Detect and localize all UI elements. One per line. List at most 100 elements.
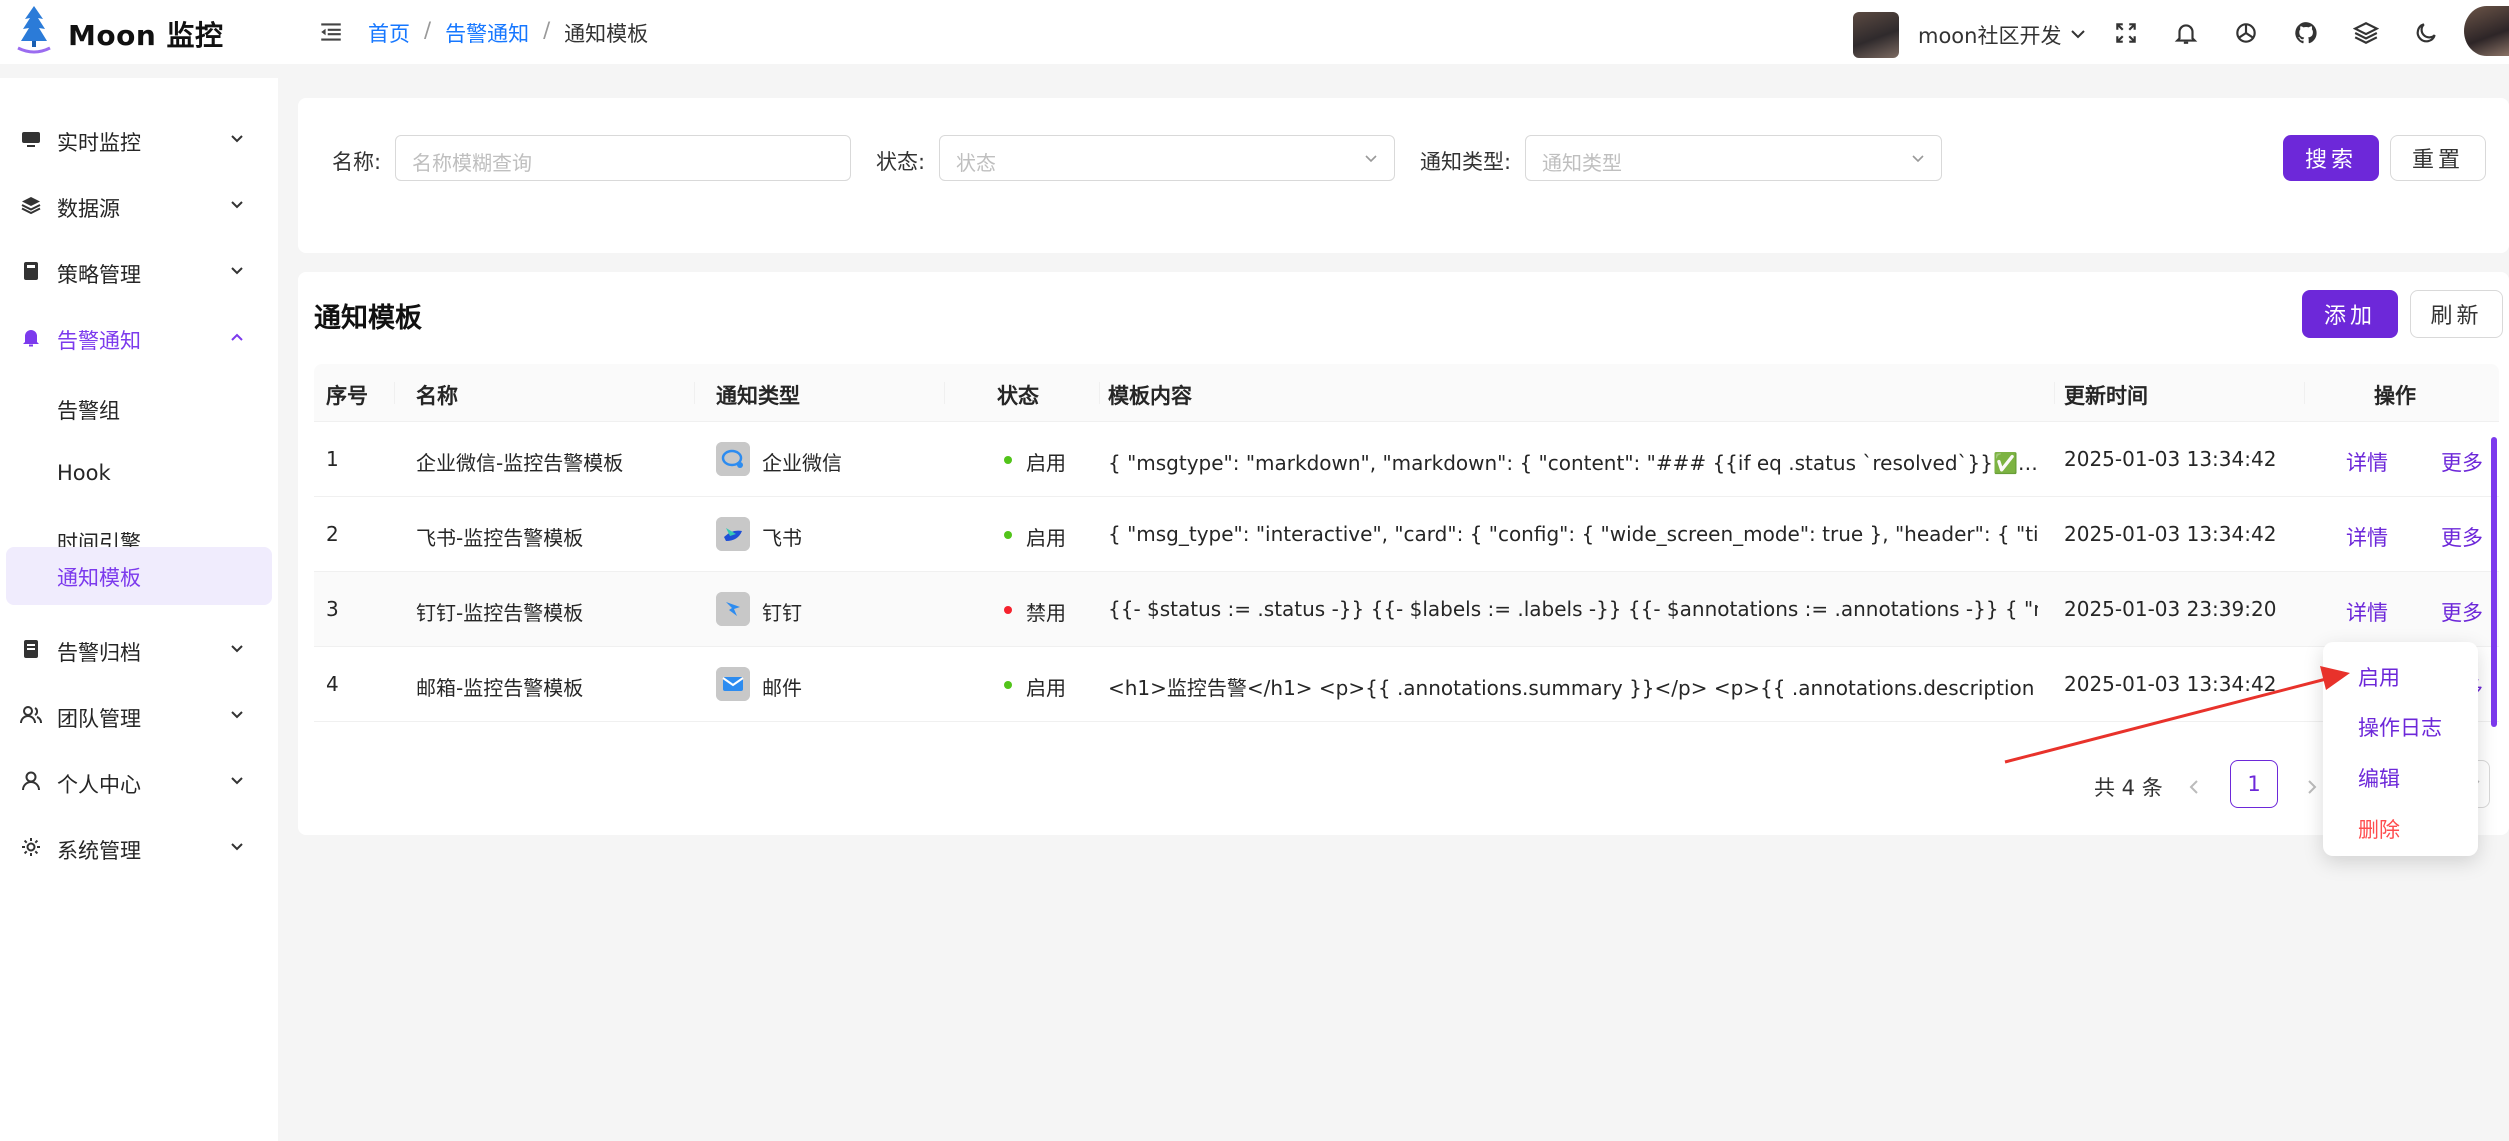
openai-icon[interactable] — [2233, 20, 2259, 46]
sidebar-item-label: 个人中心 — [57, 773, 141, 797]
sidebar-item-label: 策略管理 — [57, 263, 141, 287]
sidebar-item-label: 实时监控 — [57, 131, 141, 155]
mail-icon — [716, 667, 750, 701]
layers-icon[interactable] — [2353, 20, 2379, 46]
breadcrumb-separator: / — [424, 18, 432, 42]
more-link[interactable]: 更多 — [2441, 597, 2483, 627]
policy-icon — [24, 262, 38, 280]
more-link[interactable]: 更多 — [2441, 522, 2483, 552]
row-content: { "msgtype": "markdown", "markdown": { "… — [1108, 451, 2038, 475]
sidebar-subitem-notify-template[interactable]: 通知模板 — [6, 547, 272, 605]
row-type: 飞书 — [762, 526, 802, 550]
status-dot — [1004, 456, 1012, 464]
row-name: 钉钉-监控告警模板 — [416, 601, 584, 625]
column-header-index: 序号 — [326, 384, 368, 408]
row-type: 企业微信 — [762, 451, 842, 475]
search-button[interactable]: 搜索 — [2283, 135, 2379, 181]
type-filter-select[interactable]: 通知类型 — [1525, 135, 1942, 181]
sidebar-item-realtime-monitor[interactable]: 实时监控 — [0, 110, 278, 170]
menu-item-edit[interactable]: 编辑 — [2358, 763, 2400, 793]
sidebar-subitem-hook[interactable]: Hook — [0, 446, 272, 502]
bell-icon[interactable] — [2173, 20, 2199, 46]
reset-button[interactable]: 重置 — [2390, 135, 2486, 181]
breadcrumb-alert-notify[interactable]: 告警通知 — [445, 18, 529, 48]
dark-mode-icon[interactable] — [2413, 20, 2439, 46]
fullscreen-icon[interactable] — [2113, 20, 2139, 46]
sidebar-subitem-label: 告警组 — [57, 399, 120, 423]
wecom-icon — [716, 442, 750, 476]
chevron-down-icon — [231, 267, 243, 275]
sidebar-item-team[interactable]: 团队管理 — [0, 686, 278, 746]
user-avatar[interactable] — [2464, 6, 2509, 56]
table-row: 1 企业微信-监控告警模板 企业微信 启用 { "msgtype": "mark… — [314, 422, 2499, 497]
add-button[interactable]: 添加 — [2302, 290, 2398, 338]
breadcrumb-current: 通知模板 — [564, 22, 649, 46]
chevron-right-icon[interactable] — [2300, 775, 2324, 799]
menu-item-enable[interactable]: 启用 — [2358, 662, 2400, 692]
status-filter-placeholder: 状态 — [956, 151, 996, 175]
sidebar-item-policy[interactable]: 策略管理 — [0, 242, 278, 302]
row-updated: 2025-01-03 23:39:20 — [2064, 597, 2277, 621]
breadcrumb: 首页 / 告警通知 / 通知模板 — [368, 18, 648, 48]
chevron-down-icon — [231, 645, 243, 653]
row-status: 启用 — [1026, 676, 1066, 700]
layers-icon — [21, 197, 41, 215]
bell-icon — [23, 330, 39, 347]
row-index: 2 — [326, 522, 339, 546]
name-filter-input[interactable]: 名称模糊查询 — [395, 135, 851, 181]
pagination-current-page[interactable]: 1 — [2230, 760, 2278, 808]
sidebar-item-datasource[interactable]: 数据源 — [0, 176, 278, 236]
archive-icon — [24, 640, 38, 658]
row-type: 邮件 — [762, 676, 802, 700]
page-title: 通知模板 — [314, 303, 422, 334]
row-status: 启用 — [1026, 451, 1066, 475]
detail-link[interactable]: 详情 — [2346, 447, 2388, 477]
sidebar-item-label: 团队管理 — [57, 707, 141, 731]
menu-item-delete[interactable]: 删除 — [2358, 814, 2400, 844]
chevron-down-icon[interactable] — [2068, 24, 2088, 44]
pagination-total: 共 4 条 — [2094, 776, 2163, 800]
table-row: 3 钉钉-监控告警模板 钉钉 禁用 {{- $status := .status… — [314, 572, 2499, 647]
github-icon[interactable] — [2293, 20, 2319, 46]
row-updated: 2025-01-03 13:34:42 — [2064, 672, 2277, 696]
chevron-down-icon — [231, 777, 243, 785]
sidebar-item-profile[interactable]: 个人中心 — [0, 752, 278, 812]
team-name[interactable]: moon社区开发 — [1918, 20, 2061, 50]
chevron-down-icon — [231, 711, 243, 719]
refresh-button[interactable]: 刷新 — [2410, 290, 2503, 338]
column-divider — [394, 382, 395, 404]
sidebar-subitem-label: Hook — [57, 461, 111, 485]
row-index: 3 — [326, 597, 339, 621]
menu-collapse-icon[interactable] — [318, 19, 344, 45]
status-filter-label: 状态: — [876, 150, 926, 174]
sidebar-item-label: 告警归档 — [57, 641, 141, 665]
sidebar-item-alert-notify[interactable]: 告警通知 — [0, 308, 278, 368]
sidebar-item-system[interactable]: 系统管理 — [0, 818, 278, 878]
row-updated: 2025-01-03 13:34:42 — [2064, 522, 2277, 546]
feishu-icon — [716, 517, 750, 551]
team-avatar[interactable] — [1853, 12, 1899, 58]
chevron-down-icon — [1365, 155, 1377, 163]
more-link[interactable]: 更多 — [2441, 447, 2483, 477]
breadcrumb-separator: / — [543, 18, 551, 42]
name-filter-label: 名称: — [332, 150, 382, 174]
sidebar-item-label: 数据源 — [57, 197, 120, 221]
row-content: { "msg_type": "interactive", "card": { "… — [1108, 522, 2038, 546]
sidebar-subitem-alarm-group[interactable]: 告警组 — [0, 380, 272, 436]
detail-link[interactable]: 详情 — [2346, 597, 2388, 627]
row-name: 邮箱-监控告警模板 — [416, 676, 584, 700]
table-scrollbar[interactable] — [2491, 437, 2497, 727]
breadcrumb-home[interactable]: 首页 — [368, 18, 410, 48]
team-icon — [20, 706, 42, 724]
detail-link[interactable]: 详情 — [2346, 522, 2388, 552]
sidebar-item-alert-archive[interactable]: 告警归档 — [0, 620, 278, 680]
chevron-left-icon[interactable] — [2182, 775, 2206, 799]
menu-item-operation-log[interactable]: 操作日志 — [2358, 712, 2442, 742]
status-filter-select[interactable]: 状态 — [939, 135, 1395, 181]
sidebar-item-label: 系统管理 — [57, 839, 141, 863]
status-dot — [1004, 531, 1012, 539]
column-divider — [944, 382, 945, 404]
more-actions-dropdown: 启用 操作日志 编辑 删除 — [2323, 642, 2478, 856]
table-row: 2 飞书-监控告警模板 飞书 启用 { "msg_type": "interac… — [314, 497, 2499, 572]
chevron-down-icon — [231, 135, 243, 143]
